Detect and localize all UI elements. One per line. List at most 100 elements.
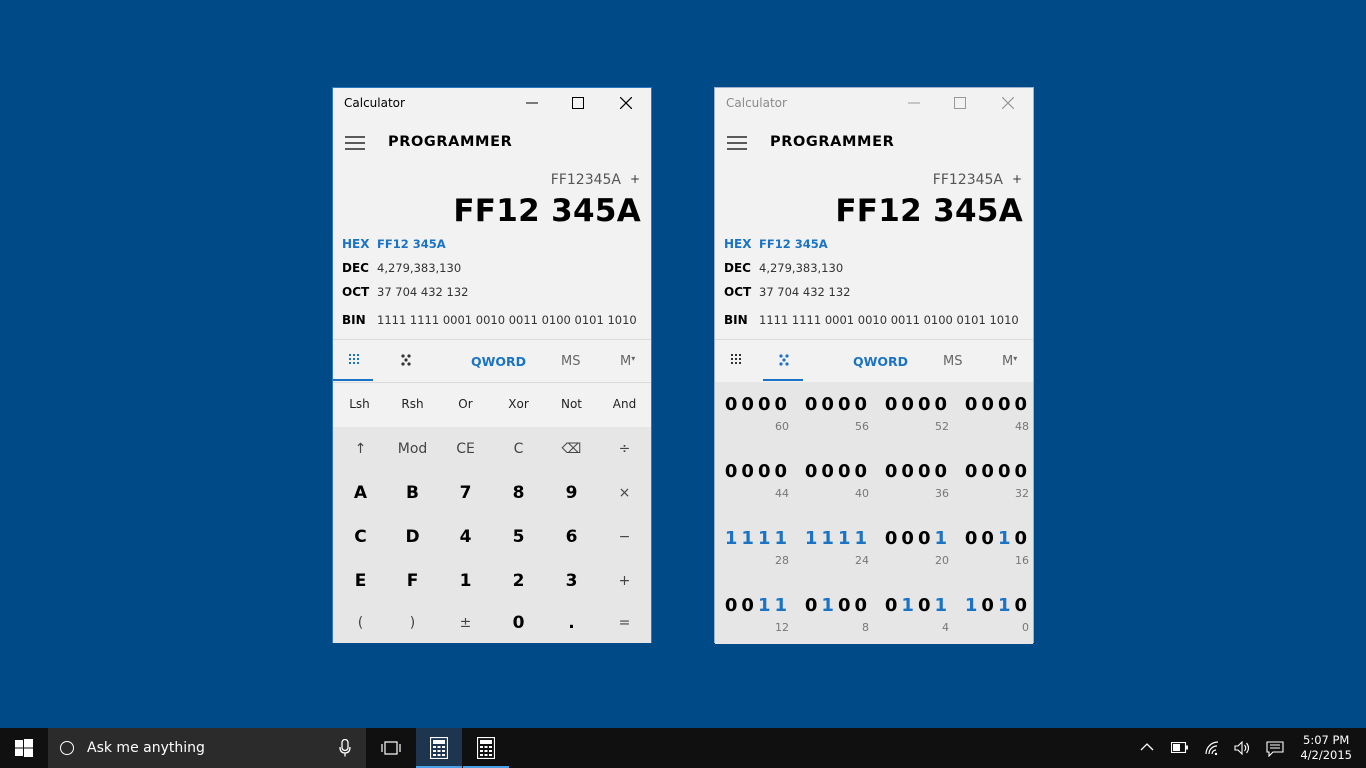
bit-toggle[interactable]: 0 [725, 394, 742, 415]
tab-full-keypad[interactable] [333, 340, 373, 382]
bit-toggle[interactable]: 0 [741, 461, 758, 482]
bit-toggle[interactable]: 0 [821, 394, 838, 415]
bit-toggle[interactable]: 1 [934, 528, 951, 549]
bit-toggle[interactable]: 1 [934, 595, 951, 616]
radix-oct[interactable]: OCT 37 704 432 132 [342, 285, 642, 303]
bit-toggle[interactable]: 0 [981, 595, 998, 616]
bit-toggle[interactable]: 0 [918, 394, 935, 415]
or-button[interactable]: Or [439, 397, 492, 411]
bit-toggle[interactable]: 1 [901, 595, 918, 616]
key-3[interactable]: 3 [545, 559, 598, 603]
bit-toggle[interactable]: 0 [981, 528, 998, 549]
taskbar-calculator-1[interactable] [416, 728, 462, 768]
bit-toggle[interactable]: 0 [774, 394, 791, 415]
bit-toggle[interactable]: 0 [918, 595, 935, 616]
bit-toggle[interactable]: 0 [758, 461, 775, 482]
multiply-button[interactable]: × [598, 471, 651, 515]
key-f[interactable]: F [386, 559, 439, 603]
bit-toggle[interactable]: 0 [741, 595, 758, 616]
bit-toggle[interactable]: 0 [885, 394, 902, 415]
volume-icon[interactable] [1234, 741, 1252, 755]
memory-store-button[interactable]: MS [561, 354, 580, 369]
bit-toggle[interactable]: 1 [758, 528, 775, 549]
bit-toggle[interactable]: 0 [854, 461, 871, 482]
bit-toggle[interactable]: 0 [821, 461, 838, 482]
bit-toggle[interactable]: 0 [981, 461, 998, 482]
radix-bin[interactable]: BIN 1111 1111 0001 0010 0011 0100 0101 1… [342, 313, 642, 331]
key-1[interactable]: 1 [439, 559, 492, 603]
bit-toggle[interactable]: 1 [741, 528, 758, 549]
bit-toggle[interactable]: 1 [998, 528, 1015, 549]
bit-toggle[interactable]: 0 [838, 461, 855, 482]
radix-hex[interactable]: HEX FF12 345A [342, 237, 642, 255]
bit-toggle[interactable]: 0 [838, 595, 855, 616]
clear-button[interactable]: C [492, 427, 545, 471]
bit-toggle[interactable]: 0 [1014, 394, 1031, 415]
title-bar[interactable]: Calculator [333, 88, 651, 118]
radix-bin[interactable]: BIN 1111 1111 0001 0010 0011 0100 0101 1… [724, 313, 1024, 331]
mod-button[interactable]: Mod [386, 427, 439, 471]
bit-toggle[interactable]: 0 [901, 461, 918, 482]
word-size-button[interactable]: QWORD [471, 354, 526, 369]
bit-toggle[interactable]: 1 [758, 595, 775, 616]
bit-toggle[interactable]: 0 [805, 461, 822, 482]
bit-toggle[interactable]: 1 [854, 528, 871, 549]
bit-toggle[interactable]: 0 [805, 394, 822, 415]
radix-dec[interactable]: DEC 4,279,383,130 [342, 261, 642, 279]
key-7[interactable]: 7 [439, 471, 492, 515]
key-0[interactable]: 0 [492, 601, 545, 645]
hamburger-menu-icon[interactable] [727, 136, 747, 150]
backspace-button[interactable]: ⌫ [545, 427, 598, 471]
hamburger-menu-icon[interactable] [345, 136, 365, 150]
word-size-button[interactable]: QWORD [853, 354, 908, 369]
memory-dropdown-button[interactable]: M▾ [620, 354, 635, 369]
tab-full-keypad[interactable] [715, 340, 755, 382]
bit-toggle[interactable]: 0 [758, 394, 775, 415]
key-b[interactable]: B [386, 471, 439, 515]
microphone-icon[interactable] [339, 739, 351, 757]
radix-oct[interactable]: OCT 37 704 432 132 [724, 285, 1024, 303]
equals-button[interactable]: = [598, 601, 651, 645]
bit-toggle[interactable]: 1 [805, 528, 822, 549]
wifi-icon[interactable] [1204, 741, 1220, 755]
not-button[interactable]: Not [545, 397, 598, 411]
bit-toggle[interactable]: 0 [965, 461, 982, 482]
key-e[interactable]: E [334, 559, 387, 603]
bit-toggle[interactable]: 0 [918, 461, 935, 482]
system-clock[interactable]: 5:07 PM 4/2/2015 [1300, 733, 1352, 763]
close-button[interactable] [603, 88, 649, 118]
bit-toggle[interactable]: 0 [885, 528, 902, 549]
key-9[interactable]: 9 [545, 471, 598, 515]
minimize-button[interactable] [891, 88, 937, 118]
search-box[interactable]: Ask me anything [48, 728, 366, 768]
key-c[interactable]: C [334, 515, 387, 559]
bit-toggle[interactable]: 0 [965, 394, 982, 415]
bit-toggle[interactable]: 0 [838, 394, 855, 415]
bit-toggle[interactable]: 0 [965, 528, 982, 549]
bit-toggle[interactable]: 0 [854, 394, 871, 415]
radix-hex[interactable]: HEX FF12 345A [724, 237, 1024, 255]
bit-toggle[interactable]: 0 [981, 394, 998, 415]
decimal-button[interactable]: . [545, 601, 598, 645]
clear-entry-button[interactable]: CE [439, 427, 492, 471]
bit-toggle[interactable]: 0 [901, 394, 918, 415]
bit-toggle[interactable]: 0 [854, 595, 871, 616]
bit-toggle[interactable]: 1 [998, 595, 1015, 616]
shift-button[interactable]: ↑ [334, 427, 387, 471]
taskbar-calculator-2[interactable] [463, 728, 509, 768]
radix-dec[interactable]: DEC 4,279,383,130 [724, 261, 1024, 279]
calculator-window-right[interactable]: Calculator PROGRAMMER FF12345A + FF12 34… [714, 87, 1034, 644]
lsh-button[interactable]: Lsh [333, 397, 386, 411]
key-a[interactable]: A [334, 471, 387, 515]
start-button[interactable] [0, 728, 46, 768]
add-button[interactable]: + [598, 559, 651, 603]
key-8[interactable]: 8 [492, 471, 545, 515]
bit-toggle[interactable]: 0 [1014, 528, 1031, 549]
bit-toggle[interactable]: 0 [998, 461, 1015, 482]
bit-toggle[interactable]: 0 [934, 461, 951, 482]
minimize-button[interactable] [509, 88, 555, 118]
key-4[interactable]: 4 [439, 515, 492, 559]
maximize-button[interactable] [555, 88, 601, 118]
bit-toggle[interactable]: 1 [774, 528, 791, 549]
maximize-button[interactable] [937, 88, 983, 118]
